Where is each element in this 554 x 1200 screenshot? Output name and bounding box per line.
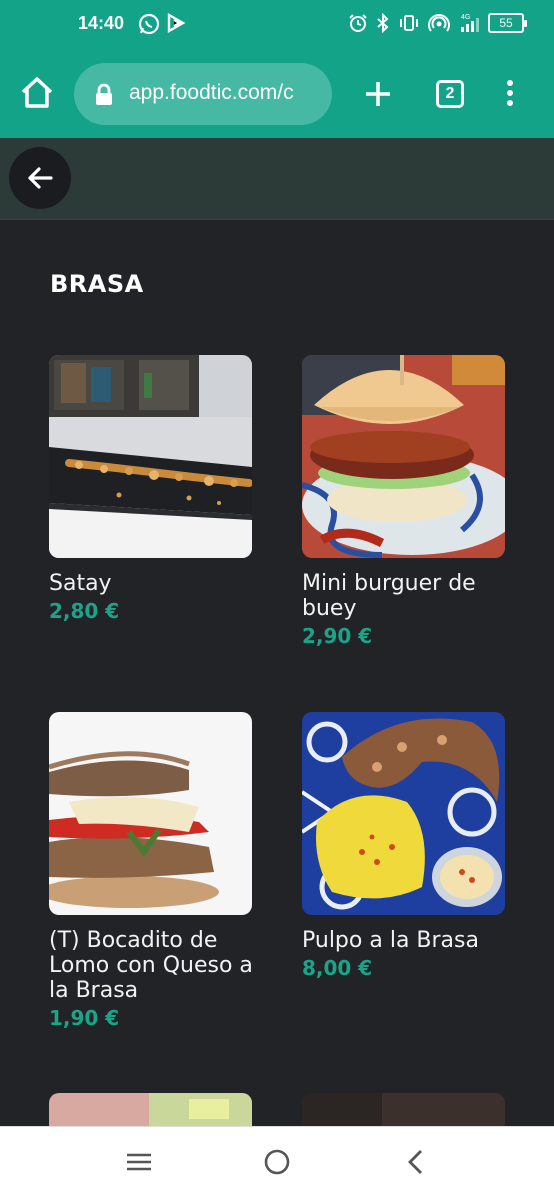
url-text: app.foodtic.com/c [129, 81, 294, 104]
back-nav-icon[interactable] [405, 1149, 427, 1175]
recent-apps-icon[interactable] [126, 1149, 152, 1175]
product-name: Satay [49, 571, 112, 596]
home-circle-icon[interactable] [264, 1149, 290, 1175]
product-price: 2,90 € [302, 624, 373, 648]
product-card[interactable]: Pulpo a la Brasa 8,00 € [302, 712, 512, 980]
product-card[interactable]: Mini burguer de buey 2,90 € [302, 355, 512, 648]
plus-icon[interactable] [362, 78, 394, 110]
product-price: 1,90 € [49, 1006, 120, 1030]
hotspot-icon [428, 14, 450, 32]
tab-switcher-button[interactable]: 2 [436, 80, 464, 108]
bluetooth-icon [377, 13, 389, 33]
back-button[interactable] [9, 147, 71, 209]
product-image[interactable] [49, 712, 252, 915]
battery-icon: 55 [488, 13, 527, 33]
section-title: BRASA [50, 270, 144, 298]
product-name: (T) Bocadito de Lomo con Queso a la Bras… [49, 928, 253, 1003]
home-icon[interactable] [18, 74, 56, 112]
product-name: Pulpo a la Brasa [302, 928, 479, 953]
arrow-left-icon [28, 167, 53, 189]
product-price: 8,00 € [302, 956, 373, 980]
product-card[interactable]: Satay 2,80 € [49, 355, 259, 623]
product-image[interactable] [49, 355, 252, 558]
status-time: 14:40 [78, 13, 125, 33]
product-price: 2,80 € [49, 599, 120, 623]
product-card[interactable]: (T) Bocadito de Lomo con Queso a la Bras… [49, 712, 259, 1030]
signal-icon: 4G [461, 14, 479, 32]
page-header [0, 138, 554, 220]
svg-text:4G: 4G [461, 14, 470, 21]
more-options-icon[interactable] [502, 80, 518, 110]
lock-icon [96, 83, 112, 105]
alarm-icon [349, 14, 367, 32]
status-bar: 14:40 4G 55 [0, 0, 554, 50]
system-nav-bar [0, 1126, 554, 1200]
whatsapp-icon [138, 13, 160, 35]
product-name: Mini burguer de buey [302, 571, 476, 621]
browser-toolbar: app.foodtic.com/c 2 [0, 50, 554, 138]
product-image[interactable] [302, 355, 505, 558]
url-bar[interactable]: app.foodtic.com/c [74, 63, 332, 125]
vibrate-icon [400, 15, 418, 31]
product-image[interactable] [302, 712, 505, 915]
play-store-icon [167, 13, 186, 33]
